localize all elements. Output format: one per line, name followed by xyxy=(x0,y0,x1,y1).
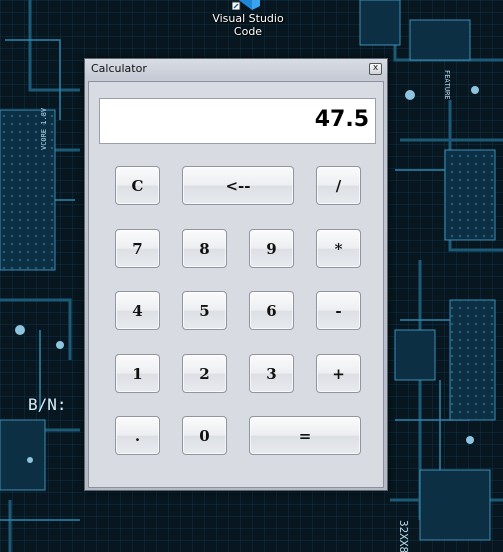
digit-4-button[interactable]: 4 xyxy=(115,291,160,330)
digit-7-button[interactable]: 7 xyxy=(115,229,160,268)
clear-button[interactable]: C xyxy=(115,166,160,205)
digit-3-button[interactable]: 3 xyxy=(249,354,294,393)
digit-0-button[interactable]: 0 xyxy=(182,416,227,455)
backspace-button[interactable]: <-- xyxy=(182,166,294,205)
display-value: 47.5 xyxy=(314,107,369,132)
digit-6-button[interactable]: 6 xyxy=(249,291,294,330)
subtract-button[interactable]: - xyxy=(316,291,361,330)
window-title: Calculator xyxy=(91,62,147,75)
svg-text:32XX8: 32XX8 xyxy=(397,520,410,552)
visual-studio-code-icon xyxy=(232,0,260,10)
close-button[interactable]: x xyxy=(369,63,382,75)
svg-text:VCORE 1.8V: VCORE 1.8V xyxy=(40,107,48,150)
digit-1-button[interactable]: 1 xyxy=(115,354,160,393)
desktop-shortcut-label-line1: Visual Studio xyxy=(212,12,284,25)
digit-2-button[interactable]: 2 xyxy=(182,354,227,393)
svg-text:B/N:: B/N: xyxy=(28,395,67,414)
equals-button[interactable]: = xyxy=(249,416,361,455)
calculator-display: 47.5 xyxy=(99,98,376,144)
add-button[interactable]: + xyxy=(316,354,361,393)
digit-8-button[interactable]: 8 xyxy=(182,229,227,268)
digit-5-button[interactable]: 5 xyxy=(182,291,227,330)
digit-9-button[interactable]: 9 xyxy=(249,229,294,268)
multiply-button[interactable]: * xyxy=(316,229,361,268)
calculator-body: 47.5 C <-- / 7 8 9 * 4 5 6 - 1 2 3 + . 0… xyxy=(88,81,384,488)
window-titlebar[interactable]: Calculator x xyxy=(85,59,387,79)
divide-button[interactable]: / xyxy=(316,166,361,205)
desktop-shortcut-label-line2: Code xyxy=(233,25,263,38)
decimal-button[interactable]: . xyxy=(115,416,160,455)
svg-text:FEATURE: FEATURE xyxy=(443,70,451,100)
calculator-window: Calculator x 47.5 C <-- / 7 8 9 * 4 5 6 … xyxy=(84,58,388,491)
